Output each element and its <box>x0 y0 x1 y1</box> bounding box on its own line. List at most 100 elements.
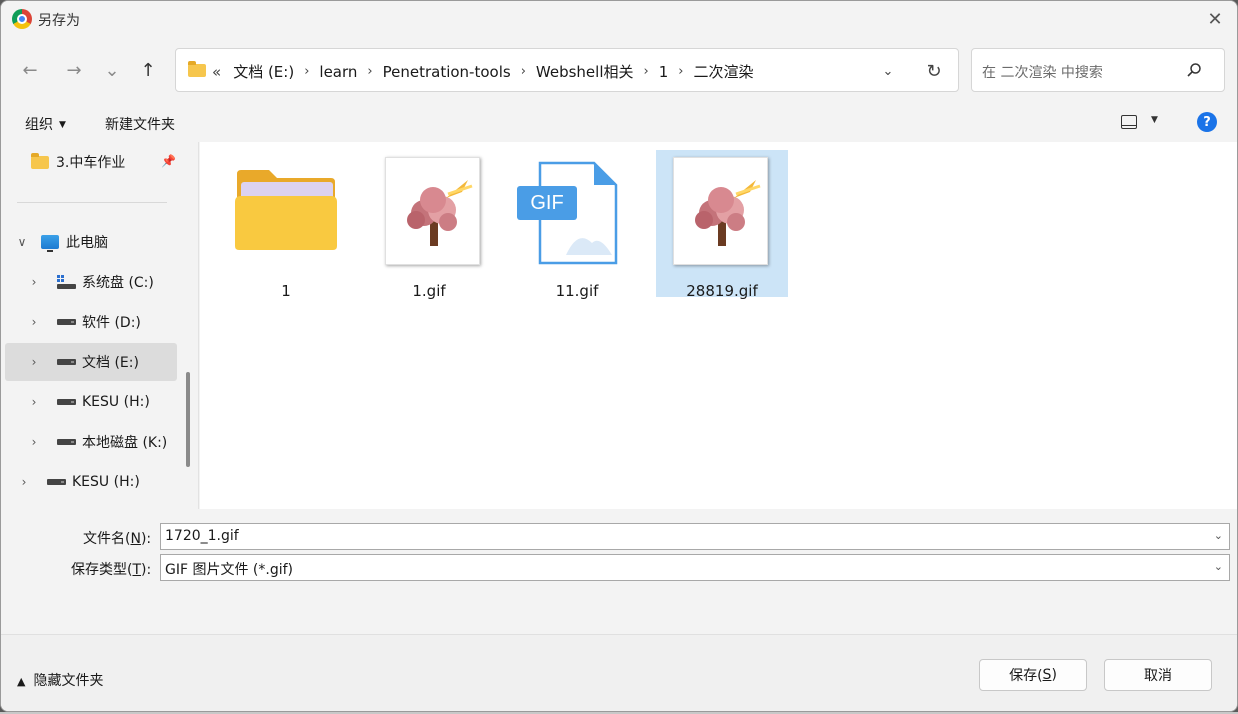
search-placeholder: 在 二次渲染 中搜索 <box>982 65 1103 81</box>
chevron-right-icon[interactable]: › <box>521 64 526 79</box>
sidebar-item-this-pc[interactable]: ∨ 此电脑 <box>15 223 187 261</box>
sidebar-item-drive-c[interactable]: › 系统盘 (C:) <box>5 263 177 301</box>
breadcrumb-overflow[interactable]: « <box>212 63 221 81</box>
sidebar-item-network-drive-h[interactable]: › KESU (H:) <box>5 463 177 501</box>
gif-badge: GIF <box>517 186 577 220</box>
file-name: 28819.gif <box>686 282 758 300</box>
file-item[interactable]: 1 <box>220 150 352 300</box>
hide-folders-toggle[interactable]: ▲ 隐藏文件夹 <box>17 670 103 690</box>
file-item[interactable]: GIF 11.gif <box>511 150 643 300</box>
arrow-up-icon: ↑ <box>140 59 156 81</box>
sidebar-item-label: 3.中车作业 <box>56 155 126 171</box>
drive-icon <box>57 359 76 365</box>
file-item[interactable]: 1.gif <box>363 150 495 300</box>
chevron-down-icon: ⌄ <box>104 59 120 81</box>
drive-icon <box>57 439 76 445</box>
chrome-icon <box>12 9 32 29</box>
chevron-right-icon[interactable]: › <box>27 355 41 369</box>
recent-locations-button[interactable]: ⌄ <box>99 58 125 82</box>
drive-icon <box>47 479 66 485</box>
breadcrumb-item[interactable]: Penetration-tools <box>383 63 511 81</box>
drive-icon <box>57 399 76 405</box>
file-type-select[interactable]: GIF 图片文件 (*.gif) ⌄ <box>160 554 1230 581</box>
close-button[interactable]: ✕ <box>1193 1 1237 37</box>
sidebar-item-drive-k[interactable]: › 本地磁盘 (K:) <box>5 423 177 461</box>
tree-image <box>407 180 473 246</box>
breadcrumb: « 文档 (E:) › learn › Penetration-tools › … <box>212 61 753 82</box>
caret-down-icon[interactable]: ▼ <box>1151 115 1158 125</box>
hide-folders-label: 隐藏文件夹 <box>33 673 104 689</box>
breadcrumb-item[interactable]: 1 <box>659 63 669 81</box>
save-form: 文件名(N): 1720_1.gif ⌄ 保存类型(T): GIF 图片文件 (… <box>1 509 1237 634</box>
chevron-right-icon[interactable]: › <box>678 64 683 79</box>
folder-icon <box>31 152 49 169</box>
organize-menu[interactable]: 组织 ▼ <box>25 114 66 134</box>
back-button[interactable]: ← <box>17 58 43 82</box>
chevron-right-icon[interactable]: › <box>27 395 41 409</box>
folder-icon <box>188 61 206 77</box>
filename-field[interactable]: 1720_1.gif ⌄ <box>160 523 1230 550</box>
dialog-title: 另存为 <box>38 13 80 29</box>
refresh-icon: ↻ <box>926 60 942 82</box>
sidebar-item-drive-e[interactable]: › 文档 (E:) <box>5 343 177 381</box>
chevron-right-icon[interactable]: › <box>304 64 309 79</box>
chevron-right-icon[interactable]: › <box>17 475 31 489</box>
sidebar-item-drive-h[interactable]: › KESU (H:) <box>5 383 177 421</box>
sidebar-item-label: 此电脑 <box>66 235 108 251</box>
address-bar[interactable]: « 文档 (E:) › learn › Penetration-tools › … <box>175 48 959 92</box>
address-history-button[interactable]: ⌄ <box>876 60 900 82</box>
chevron-right-icon[interactable]: › <box>27 315 41 329</box>
refresh-button[interactable]: ↻ <box>922 59 946 83</box>
divider <box>17 202 167 203</box>
file-type-label: 保存类型(T): <box>71 562 152 578</box>
dialog-footer: ▲ 隐藏文件夹 保存(S) 取消 <box>1 634 1237 711</box>
filename-label: 文件名(N): <box>83 531 152 547</box>
forward-button[interactable]: → <box>61 58 87 82</box>
folder-icon <box>235 170 337 250</box>
chevron-down-icon[interactable]: ⌄ <box>1214 560 1223 573</box>
breadcrumb-item[interactable]: 文档 (E:) <box>233 61 294 82</box>
command-bar: 组织 ▼ 新建文件夹 ▼ ? <box>1 104 1237 142</box>
scrollbar[interactable] <box>186 372 190 467</box>
chevron-right-icon[interactable]: › <box>644 64 649 79</box>
chevron-down-icon[interactable]: ∨ <box>15 235 29 249</box>
drive-icon <box>57 319 76 325</box>
chevron-right-icon[interactable]: › <box>367 64 372 79</box>
breadcrumb-item[interactable]: 二次渲染 <box>693 61 753 82</box>
sidebar-item-quick-access[interactable]: 3.中车作业 <box>31 143 181 181</box>
computer-icon <box>41 235 59 252</box>
help-icon[interactable]: ? <box>1197 112 1217 132</box>
pin-icon: 📌 <box>161 154 176 168</box>
search-input[interactable]: 在 二次渲染 中搜索 <box>971 48 1225 92</box>
sidebar-item-label: KESU (H:) <box>82 394 150 410</box>
new-folder-button[interactable]: 新建文件夹 <box>105 114 175 134</box>
sidebar-item-label: 本地磁盘 (K:) <box>82 435 168 451</box>
chevron-right-icon[interactable]: › <box>27 275 41 289</box>
file-name: 1 <box>281 282 291 300</box>
search-icon <box>1187 63 1201 77</box>
save-button[interactable]: 保存(S) <box>979 659 1087 691</box>
file-name: 1.gif <box>412 282 446 300</box>
chevron-down-icon: ⌄ <box>882 63 894 79</box>
chevron-down-icon[interactable]: ⌄ <box>1214 529 1223 542</box>
title-bar: 另存为 ✕ <box>1 1 1237 37</box>
breadcrumb-item[interactable]: Webshell相关 <box>536 61 634 82</box>
chevron-right-icon[interactable]: › <box>27 435 41 449</box>
cancel-button[interactable]: 取消 <box>1104 659 1212 691</box>
breadcrumb-item[interactable]: learn <box>319 63 357 81</box>
navigation-pane: 3.中车作业 📌 ∨ 此电脑 › 系统盘 (C:) › 软件 (D:) › 文档… <box>1 142 199 509</box>
sidebar-item-label: 系统盘 (C:) <box>82 275 154 291</box>
file-type-value: GIF 图片文件 (*.gif) <box>165 562 294 578</box>
up-button[interactable]: ↑ <box>135 58 161 82</box>
image-thumbnail <box>673 157 768 265</box>
filename-value: 1720_1.gif <box>165 528 239 544</box>
sidebar-item-drive-d[interactable]: › 软件 (D:) <box>5 303 177 341</box>
organize-label: 组织 <box>25 117 53 133</box>
view-mode-icon[interactable] <box>1121 115 1137 129</box>
file-item-selected[interactable]: 28819.gif <box>656 150 788 300</box>
caret-down-icon: ▼ <box>59 120 66 130</box>
sidebar-item-label: 软件 (D:) <box>82 315 141 331</box>
sidebar-item-label: 文档 (E:) <box>82 355 139 371</box>
arrow-right-icon: → <box>66 59 82 81</box>
system-drive-icon <box>57 275 76 289</box>
